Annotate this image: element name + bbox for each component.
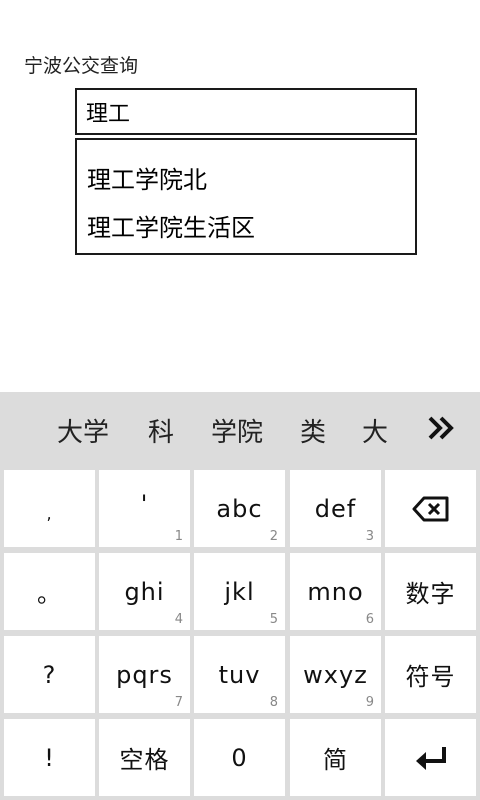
- key-exclamation[interactable]: !: [4, 719, 95, 796]
- expand-candidates-icon[interactable]: [426, 412, 458, 444]
- key-period[interactable]: 。: [4, 553, 95, 630]
- key-question[interactable]: ?: [4, 636, 95, 713]
- symbols-key[interactable]: 符号: [385, 636, 476, 713]
- key-ghi-4[interactable]: ghi 4: [99, 553, 190, 630]
- search-box[interactable]: [75, 88, 417, 135]
- key-comma[interactable]: ,: [4, 470, 95, 547]
- key-zero[interactable]: 0: [194, 719, 285, 796]
- search-input[interactable]: [77, 90, 415, 133]
- key-abc-2[interactable]: abc 2: [194, 470, 285, 547]
- space-key[interactable]: 空格: [99, 719, 190, 796]
- app-title: 宁波公交查询: [24, 55, 139, 77]
- enter-icon: [385, 719, 476, 796]
- enter-key[interactable]: [385, 719, 476, 796]
- backspace-key[interactable]: [385, 470, 476, 547]
- key-wxyz-9[interactable]: wxyz 9: [290, 636, 381, 713]
- key-tuv-8[interactable]: tuv 8: [194, 636, 285, 713]
- backspace-icon: [385, 470, 476, 547]
- simplified-key[interactable]: 简: [290, 719, 381, 796]
- keyboard: 大学 科 学院 类 大 , ' 1 abc 2 def 3 。 ghi 4 jk…: [0, 392, 480, 800]
- candidate-item[interactable]: 学院: [211, 412, 263, 449]
- candidate-item[interactable]: 大: [362, 412, 388, 449]
- candidate-bar: 大学 科 学院 类 大: [0, 392, 480, 466]
- candidate-item[interactable]: 类: [300, 412, 326, 449]
- numbers-key[interactable]: 数字: [385, 553, 476, 630]
- candidate-item[interactable]: 科: [148, 412, 174, 449]
- suggestion-list: 理工学院北 理工学院生活区: [75, 138, 417, 255]
- suggestion-item[interactable]: 理工学院北: [87, 160, 207, 195]
- candidate-item[interactable]: 大学: [57, 412, 109, 449]
- key-mno-6[interactable]: mno 6: [290, 553, 381, 630]
- key-apostrophe-1[interactable]: ' 1: [99, 470, 190, 547]
- key-pqrs-7[interactable]: pqrs 7: [99, 636, 190, 713]
- key-def-3[interactable]: def 3: [290, 470, 381, 547]
- suggestion-item[interactable]: 理工学院生活区: [87, 208, 255, 243]
- key-jkl-5[interactable]: jkl 5: [194, 553, 285, 630]
